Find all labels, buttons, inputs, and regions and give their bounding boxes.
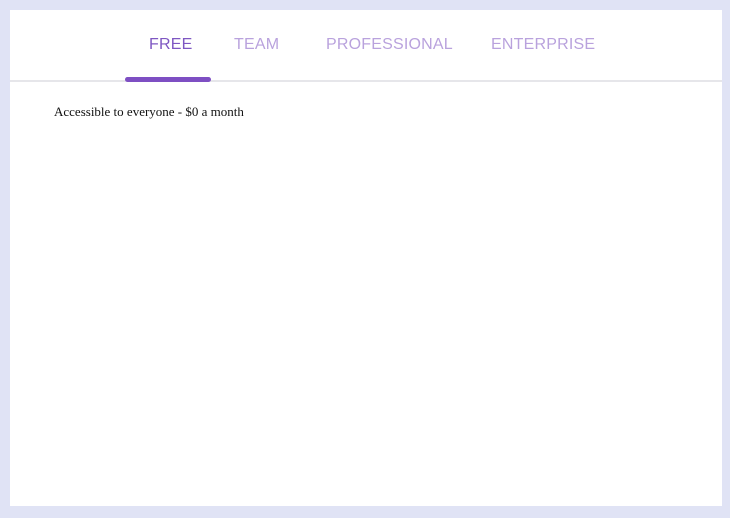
active-tab-indicator	[125, 77, 211, 82]
pricing-card: FREE TEAM PROFESSIONAL ENTERPRISE Access…	[10, 10, 722, 506]
tab-enterprise[interactable]: ENTERPRISE	[491, 35, 595, 55]
tab-bar: FREE TEAM PROFESSIONAL ENTERPRISE	[10, 10, 722, 82]
tab-professional[interactable]: PROFESSIONAL	[326, 35, 453, 55]
tab-panel-description: Accessible to everyone - $0 a month	[54, 104, 244, 119]
tab-team[interactable]: TEAM	[234, 35, 279, 55]
tab-free[interactable]: FREE	[149, 35, 192, 55]
